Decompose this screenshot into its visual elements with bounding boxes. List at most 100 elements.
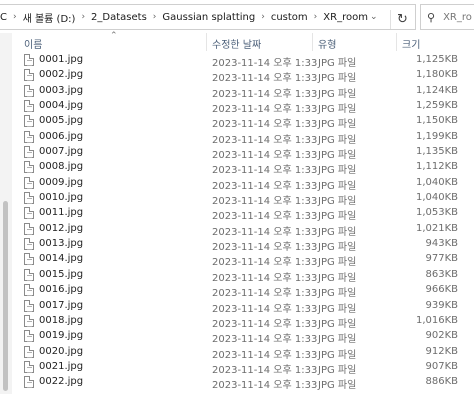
file-size: 1,150KB [415, 115, 458, 127]
file-type: JPG 파일 [318, 226, 357, 238]
file-modified-date: 2023-11-14 오후 1:33 [212, 73, 318, 85]
file-row[interactable]: 0013.jpg 2023-11-14 오후 1:33 JPG 파일 943KB [14, 237, 474, 254]
file-modified-date: 2023-11-14 오후 1:33 [212, 180, 318, 192]
jpg-file-icon [24, 176, 34, 189]
jpg-file-icon [24, 345, 34, 358]
file-modified-date: 2023-11-14 오후 1:33 [212, 349, 318, 361]
file-row[interactable]: 0015.jpg 2023-11-14 오후 1:33 JPG 파일 863KB [14, 268, 474, 284]
file-row[interactable]: 0001.jpg 2023-11-14 오후 1:33 JPG 파일 1,125KB [14, 53, 474, 69]
file-name: 0022.jpg [39, 376, 84, 388]
column-header-row: 이름 ⌃ 수정한 날짜 유형 크기 [14, 31, 474, 51]
file-modified-date: 2023-11-14 오후 1:33 [212, 134, 318, 146]
file-row[interactable]: 0006.jpg 2023-11-14 오후 1:33 JPG 파일 1,199KB [14, 130, 474, 146]
file-row[interactable]: 0008.jpg 2023-11-14 오후 1:33 JPG 파일 1,112KB [14, 160, 474, 176]
file-explorer-window: C › 새 볼륨 (D:) › 2_Datasets › Gaussian sp… [0, 0, 474, 394]
file-row[interactable]: 0002.jpg 2023-11-14 오후 1:33 JPG 파일 1,180KB [14, 68, 474, 85]
jpg-file-icon [24, 54, 34, 66]
jpg-file-icon [24, 69, 34, 82]
chevron-right-icon[interactable]: › [77, 12, 89, 22]
column-header-type[interactable]: 유형 [318, 36, 336, 51]
file-row[interactable]: 0022.jpg 2023-11-14 오후 1:33 JPG 파일 886KB [14, 375, 474, 392]
jpg-file-icon [24, 207, 34, 220]
file-size: 939KB [425, 299, 458, 311]
file-row[interactable]: 0007.jpg 2023-11-14 오후 1:33 JPG 파일 1,135KB [14, 145, 474, 162]
jpg-file-icon [24, 268, 34, 281]
file-type: JPG 파일 [318, 150, 357, 162]
file-modified-date: 2023-11-14 오후 1:33 [212, 242, 318, 254]
file-modified-date: 2023-11-14 오후 1:33 [212, 88, 318, 100]
file-type: JPG 파일 [318, 380, 357, 392]
file-modified-date: 2023-11-14 오후 1:33 [212, 364, 318, 376]
chevron-down-icon[interactable]: ⌄ [370, 12, 378, 22]
file-type: JPG 파일 [318, 318, 357, 330]
file-row[interactable]: 0009.jpg 2023-11-14 오후 1:33 JPG 파일 1,040KB [14, 176, 474, 192]
jpg-file-icon [24, 284, 34, 297]
file-size: 912KB [425, 345, 458, 357]
file-size: 966KB [425, 284, 458, 296]
file-row[interactable]: 0019.jpg 2023-11-14 오후 1:33 JPG 파일 902KB [14, 329, 474, 345]
chevron-right-icon[interactable]: › [257, 12, 269, 22]
file-row[interactable]: 0018.jpg 2023-11-14 오후 1:33 JPG 파일 1,016KB [14, 314, 474, 330]
file-row[interactable]: 0005.jpg 2023-11-14 오후 1:33 JPG 파일 1,150KB [14, 114, 474, 131]
file-type: JPG 파일 [318, 349, 357, 361]
file-modified-date: 2023-11-14 오후 1:33 [212, 119, 318, 131]
file-size: 902KB [425, 330, 458, 342]
column-divider[interactable] [396, 33, 397, 51]
file-row[interactable]: 0017.jpg 2023-11-14 오후 1:33 JPG 파일 939KB [14, 299, 474, 315]
chevron-right-icon[interactable]: › [310, 12, 322, 22]
file-name: 0010.jpg [39, 192, 84, 204]
jpg-file-icon [24, 330, 34, 343]
file-type: JPG 파일 [318, 58, 357, 69]
file-modified-date: 2023-11-14 오후 1:33 [212, 303, 318, 315]
sort-ascending-icon: ⌃ [110, 31, 118, 41]
file-row[interactable]: 0010.jpg 2023-11-14 오후 1:33 JPG 파일 1,040KB [14, 191, 474, 207]
file-name: 0013.jpg [39, 238, 84, 250]
file-modified-date: 2023-11-14 오후 1:33 [212, 380, 318, 392]
breadcrumb-drive-c[interactable]: C [0, 12, 9, 23]
file-modified-date: 2023-11-14 오후 1:33 [212, 58, 318, 69]
jpg-file-icon [24, 360, 34, 373]
column-divider[interactable] [312, 33, 313, 51]
file-row[interactable]: 0011.jpg 2023-11-14 오후 1:33 JPG 파일 1,053KB [14, 206, 474, 223]
jpg-file-icon [24, 299, 34, 312]
file-modified-date: 2023-11-14 오후 1:33 [212, 150, 318, 162]
navigation-pane-scrollbar[interactable] [0, 33, 12, 394]
column-divider[interactable] [206, 33, 207, 51]
scrollbar-thumb[interactable] [3, 201, 8, 391]
chevron-right-icon[interactable]: › [149, 12, 161, 22]
file-type: JPG 파일 [318, 104, 357, 116]
breadcrumb-xr-room[interactable]: XR_room [321, 12, 370, 23]
file-name: 0016.jpg [39, 284, 84, 296]
breadcrumb-volume-d[interactable]: 새 볼륨 (D:) [21, 10, 78, 25]
file-size: 1,125KB [415, 54, 458, 65]
file-modified-date: 2023-11-14 오후 1:33 [212, 211, 318, 223]
file-name: 0001.jpg [39, 54, 84, 65]
file-modified-date: 2023-11-14 오후 1:33 [212, 318, 318, 330]
file-modified-date: 2023-11-14 오후 1:33 [212, 288, 318, 300]
file-name: 0007.jpg [39, 146, 84, 158]
file-row[interactable]: 0004.jpg 2023-11-14 오후 1:33 JPG 파일 1,259KB [14, 99, 474, 116]
file-size: 907KB [425, 360, 458, 372]
file-row[interactable]: 0020.jpg 2023-11-14 오후 1:33 JPG 파일 912KB [14, 345, 474, 361]
search-input[interactable]: ⚲ XR_ro [420, 4, 474, 30]
jpg-file-icon [24, 84, 34, 97]
file-type: JPG 파일 [318, 288, 357, 300]
file-name: 0019.jpg [39, 330, 84, 342]
file-row[interactable]: 0016.jpg 2023-11-14 오후 1:33 JPG 파일 966KB [14, 283, 474, 300]
column-header-name[interactable]: 이름 [24, 36, 42, 51]
refresh-icon[interactable]: ↻ [390, 10, 414, 29]
breadcrumb-custom[interactable]: custom [269, 12, 310, 23]
file-row[interactable]: 0003.jpg 2023-11-14 오후 1:33 JPG 파일 1,124KB [14, 84, 474, 100]
column-header-date[interactable]: 수정한 날짜 [212, 36, 261, 51]
file-size: 1,180KB [415, 69, 458, 81]
address-bar[interactable]: C › 새 볼륨 (D:) › 2_Datasets › Gaussian sp… [0, 4, 416, 30]
breadcrumb-gaussian-splatting[interactable]: Gaussian splatting [160, 12, 257, 23]
file-row[interactable]: 0014.jpg 2023-11-14 오후 1:33 JPG 파일 977KB [14, 252, 474, 268]
file-name: 0006.jpg [39, 130, 84, 142]
file-row[interactable]: 0021.jpg 2023-11-14 오후 1:33 JPG 파일 907KB [14, 360, 474, 376]
chevron-right-icon[interactable]: › [9, 12, 21, 22]
breadcrumb-datasets[interactable]: 2_Datasets [89, 12, 149, 23]
file-name: 0015.jpg [39, 268, 84, 280]
file-row[interactable]: 0012.jpg 2023-11-14 오후 1:33 JPG 파일 1,021KB [14, 222, 474, 238]
column-header-size[interactable]: 크기 [402, 36, 420, 51]
